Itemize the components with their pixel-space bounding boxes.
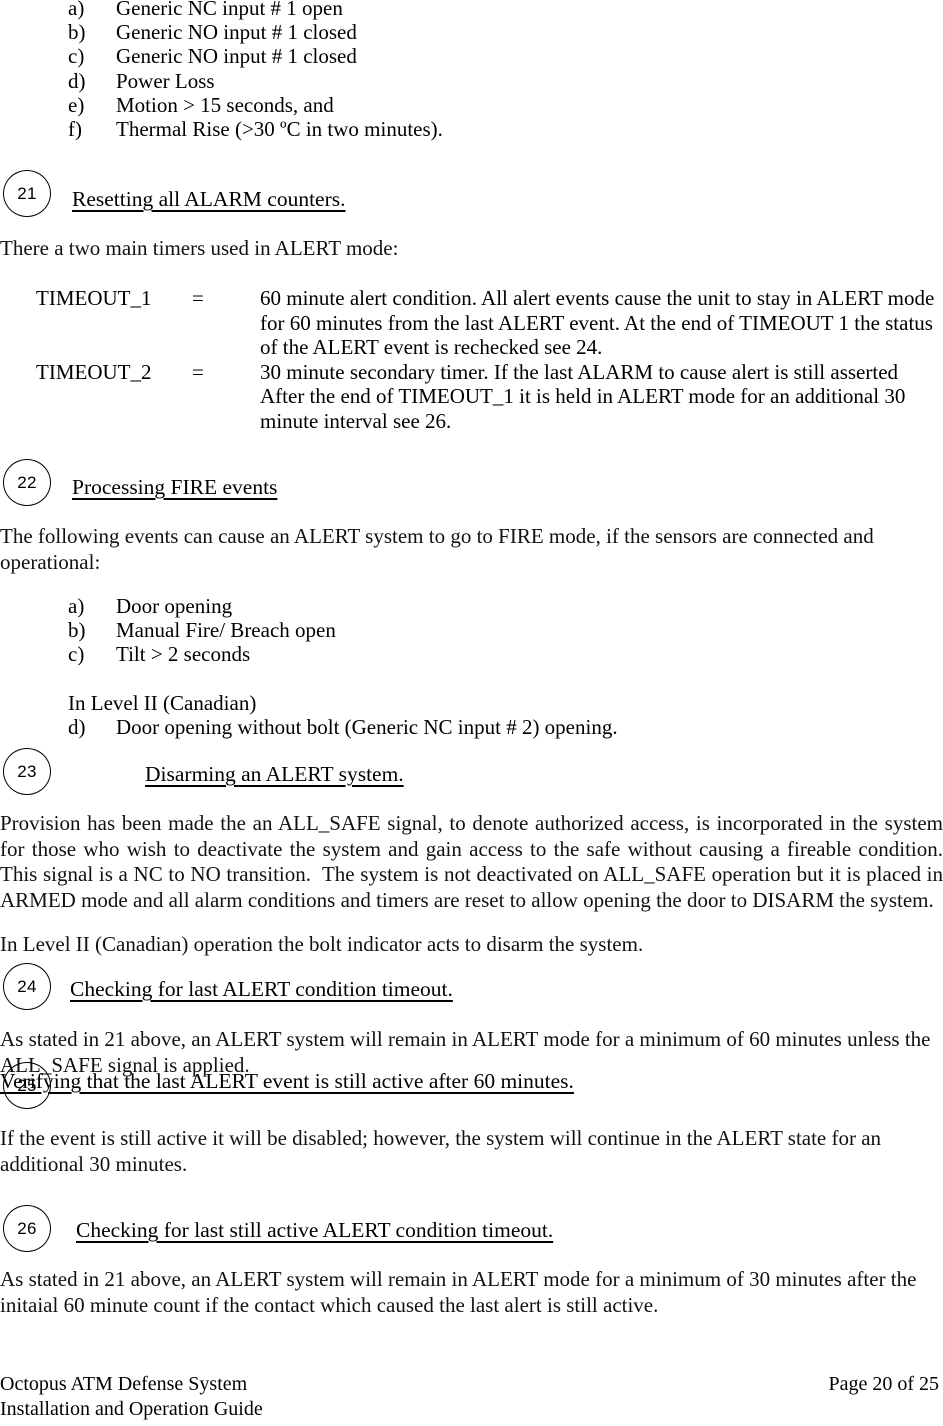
callout-number: 25 — [17, 1076, 37, 1095]
callout-21: 21 — [3, 170, 51, 217]
section-26-body: As stated in 21 above, an ALERT system w… — [0, 1267, 922, 1317]
fire-events-list: a) Door opening b) Manual Fire/ Breach o… — [0, 594, 943, 739]
heading-section-26: Checking for last still active ALERT con… — [76, 1218, 554, 1242]
footer-line-primary: Octopus ATM Defense System Page 20 of 25 — [0, 1372, 943, 1397]
list-item-label: Generic NC input # 1 open — [116, 0, 343, 20]
heading-section-24: Checking for last ALERT condition timeou… — [70, 977, 453, 1001]
list-item: a) Door opening — [0, 594, 943, 618]
document-page: a) Generic NC input # 1 open b) Generic … — [0, 0, 943, 1426]
timer-definitions: TIMEOUT_1 = 60 minute alert condition. A… — [0, 286, 943, 434]
section-21-intro: There a two main timers used in ALERT mo… — [0, 236, 399, 260]
section-25-body: If the event is still active it will be … — [0, 1126, 887, 1176]
definition-term: TIMEOUT_1 — [36, 286, 152, 310]
heading-section-25: Verifying that the last ALERT event is s… — [0, 1069, 574, 1093]
definition-row: TIMEOUT_1 = 60 minute alert condition. A… — [0, 286, 943, 360]
callout-25: 25 — [3, 1062, 51, 1109]
list-item-marker: e) — [68, 92, 85, 117]
callout-22: 22 — [3, 459, 51, 506]
footer-document-title: Octopus ATM Defense System — [0, 1373, 248, 1395]
heading-section-22: Processing FIRE events — [72, 475, 278, 499]
list-item: d) Power Loss — [0, 69, 943, 93]
level-two-note: In Level II (Canadian) — [68, 690, 257, 715]
list-item: a) Generic NC input # 1 open — [0, 0, 943, 20]
footer-page-number: Page 20 of 25 — [828, 1373, 939, 1395]
heading-section-23: Disarming an ALERT system. — [145, 762, 404, 786]
definition-equals: = — [192, 359, 204, 384]
list-item: b) Manual Fire/ Breach open — [0, 618, 943, 642]
list-item-marker: d) — [68, 714, 86, 739]
callout-number: 22 — [17, 473, 37, 492]
callout-24: 24 — [3, 963, 51, 1010]
section-23-body: Provision has been made the an ALL_SAFE … — [0, 811, 943, 912]
list-item-label: Generic NO input # 1 closed — [116, 20, 357, 45]
list-item: e) Motion > 15 seconds, and — [0, 93, 943, 117]
list-item: d) Door opening without bolt (Generic NC… — [0, 715, 943, 739]
definition-description: 60 minute alert condition. All alert eve… — [260, 286, 935, 360]
list-item: b) Generic NO input # 1 closed — [0, 20, 943, 44]
callout-number: 26 — [17, 1219, 37, 1238]
section-22-intro: The following events can cause an ALERT … — [0, 524, 879, 574]
list-item-label: Door opening — [116, 594, 233, 618]
footer-document-subtitle: Installation and Operation Guide — [0, 1398, 263, 1420]
footer-line-secondary: Installation and Operation Guide — [0, 1397, 943, 1422]
list-item-label: Generic NO input # 1 closed — [116, 44, 357, 69]
page-footer: Octopus ATM Defense System Page 20 of 25… — [0, 1372, 943, 1422]
definition-row: TIMEOUT_2 = 30 minute secondary timer. I… — [0, 360, 943, 434]
list-item-marker: c) — [68, 44, 85, 69]
list-item-label: Tilt > 2 seconds — [116, 642, 251, 667]
callout-23: 23 — [3, 748, 51, 795]
definition-equals: = — [192, 286, 204, 310]
list-item-marker: d) — [68, 68, 86, 93]
list-item-marker: c) — [68, 642, 85, 667]
list-item-label: Motion > 15 seconds, and — [116, 92, 334, 117]
alarm-events-list: a) Generic NC input # 1 open b) Generic … — [0, 0, 943, 141]
list-item: c) Tilt > 2 seconds — [0, 642, 943, 666]
list-item: f) Thermal Rise (>30 ºC in two minutes). — [0, 117, 943, 141]
callout-number: 21 — [17, 184, 37, 203]
definition-description: 30 minute secondary timer. If the last A… — [260, 359, 906, 433]
list-item-marker: a) — [68, 594, 85, 618]
list-item-marker: f) — [68, 117, 82, 142]
list-item-label: Thermal Rise (>30 ºC in two minutes). — [116, 117, 443, 142]
list-item-label: Power Loss — [116, 68, 215, 93]
definition-term: TIMEOUT_2 — [36, 359, 152, 384]
list-item-marker: a) — [68, 0, 85, 20]
list-item-marker: b) — [68, 20, 86, 45]
list-item-marker: b) — [68, 618, 86, 643]
heading-section-21: Resetting all ALARM counters. — [72, 187, 346, 211]
list-item: c) Generic NO input # 1 closed — [0, 44, 943, 68]
callout-number: 23 — [17, 762, 37, 781]
list-item-spacer — [0, 667, 943, 691]
list-item-label: Door opening without bolt (Generic NC in… — [116, 714, 618, 739]
callout-number: 24 — [17, 977, 37, 996]
section-23-bolt-note: In Level II (Canadian) operation the bol… — [0, 932, 644, 956]
callout-26: 26 — [3, 1205, 51, 1252]
list-item-label: Manual Fire/ Breach open — [116, 618, 336, 643]
